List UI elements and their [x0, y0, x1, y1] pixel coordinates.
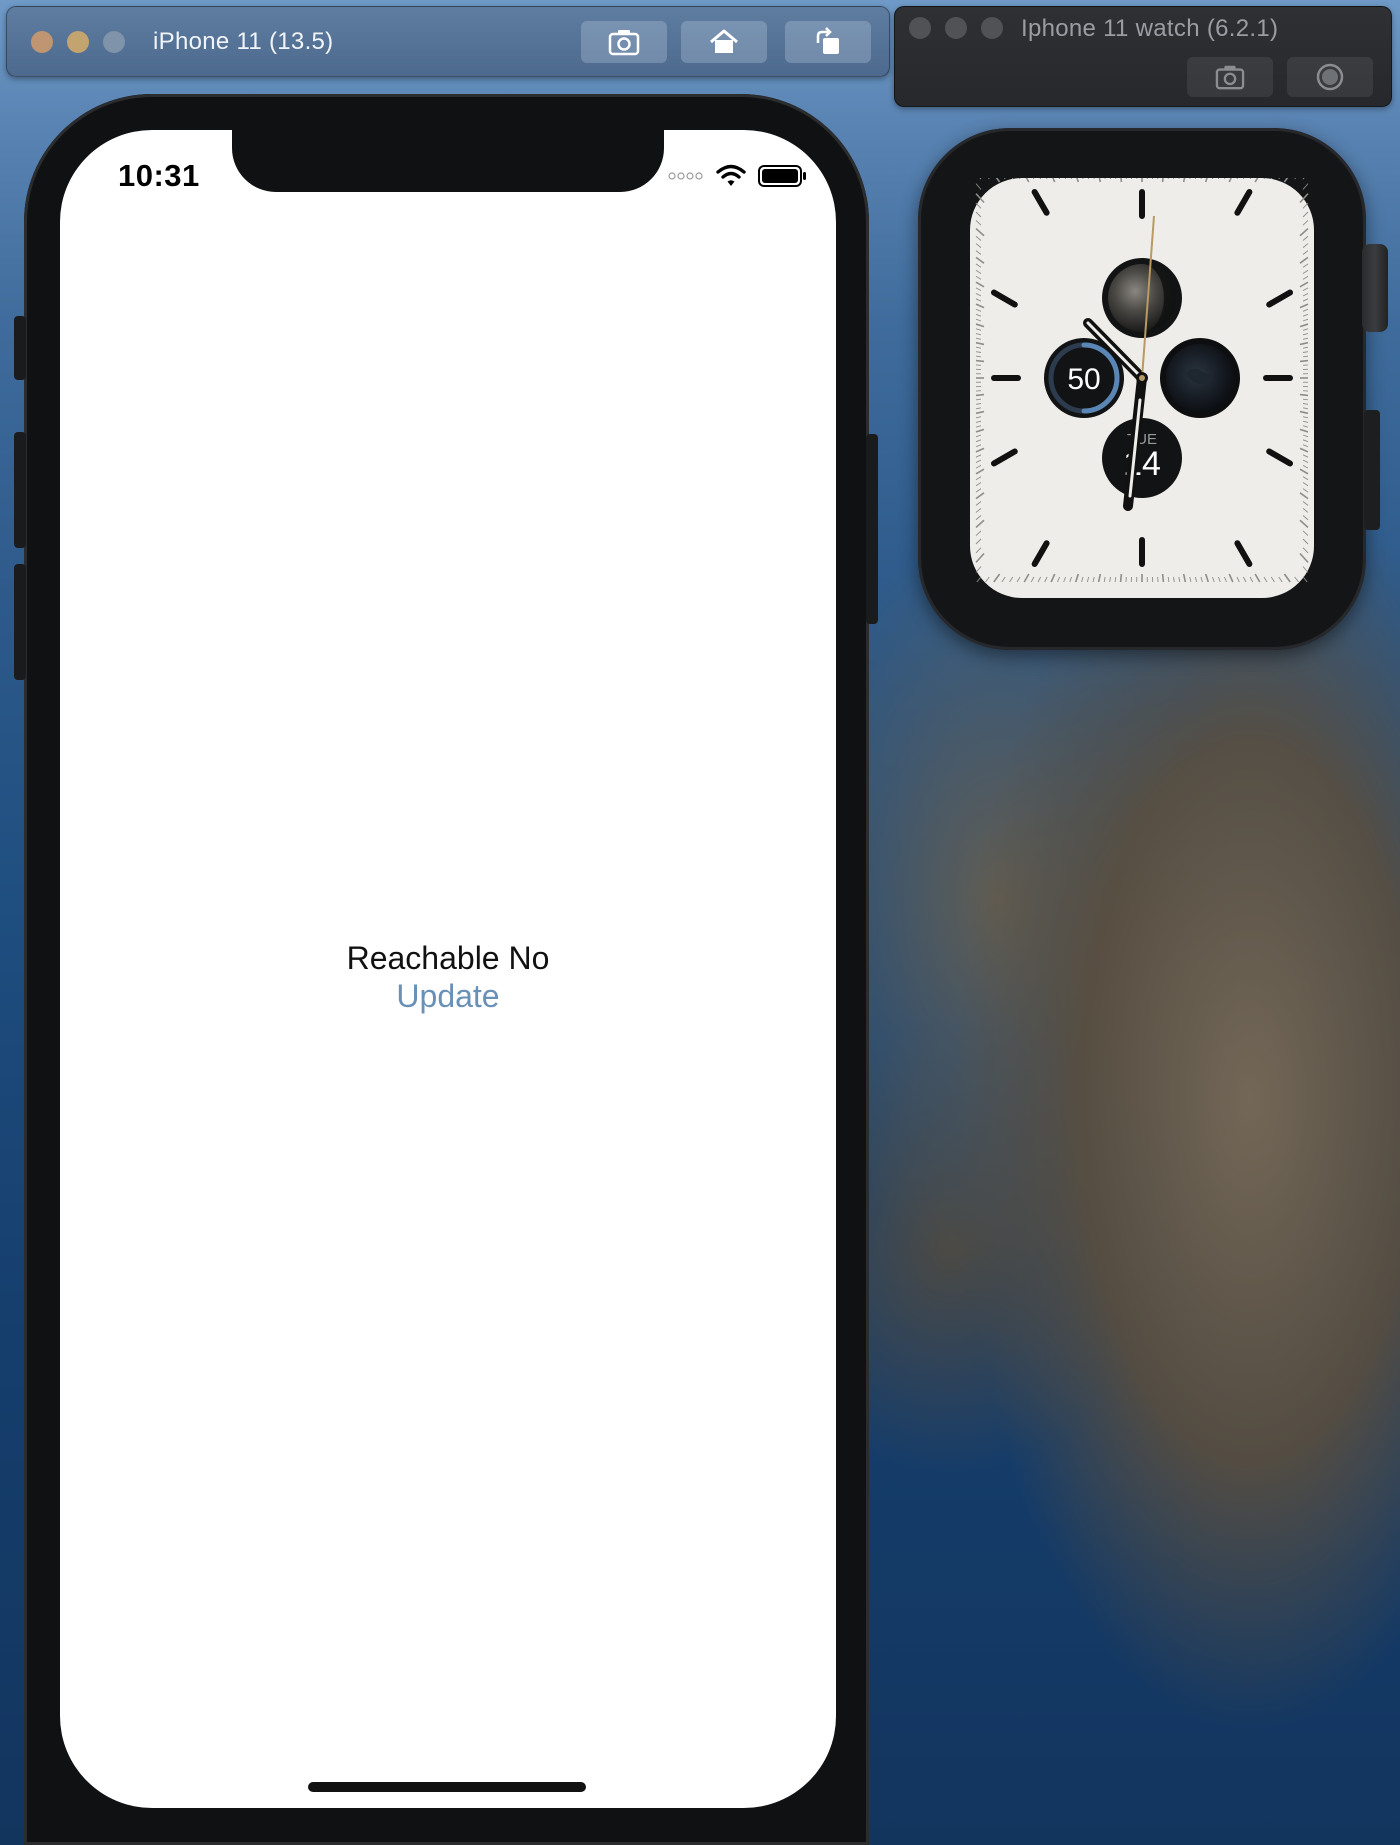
wifi-icon	[716, 164, 746, 186]
rotate-icon	[816, 27, 839, 54]
reachable-status-label: Reachable No	[346, 940, 550, 976]
minute-tick	[979, 178, 982, 180]
minute-tick	[1283, 178, 1289, 183]
activity-value: 50	[1067, 363, 1100, 396]
minute-tick	[1011, 178, 1014, 180]
camera-icon	[608, 30, 640, 56]
minute-tick	[1294, 178, 1297, 180]
notch	[232, 130, 664, 192]
screenshot-button[interactable]	[581, 21, 667, 63]
watch-simulator-titlebar: Iphone 11 watch (6.2.1)	[894, 6, 1392, 107]
home-indicator[interactable]	[308, 1782, 586, 1792]
minute-tick	[1003, 178, 1006, 180]
minute-tick	[1302, 576, 1308, 583]
cellular-signal-icon	[668, 172, 703, 180]
iphone-simulator-titlebar: iPhone 11 (13.5)	[6, 6, 890, 77]
home-button[interactable]	[681, 21, 767, 63]
status-bar-time: 10:31	[118, 158, 200, 193]
camera-icon	[1215, 65, 1245, 90]
watch-window-title: Iphone 11 watch (6.2.1)	[1021, 15, 1279, 42]
close-window-button[interactable]	[31, 31, 53, 53]
status-bar-indicators	[668, 164, 808, 188]
home-icon	[710, 29, 738, 53]
close-window-button[interactable]	[909, 17, 931, 39]
zoom-window-button[interactable]	[103, 31, 125, 53]
zoom-window-button[interactable]	[981, 17, 1003, 39]
minute-tick	[975, 393, 985, 397]
update-button[interactable]: Update	[60, 978, 836, 1015]
minute-tick	[976, 576, 982, 583]
minute-tick	[1120, 178, 1123, 183]
battery-icon	[758, 165, 806, 187]
minute-tick	[1119, 573, 1123, 583]
minute-tick	[1161, 573, 1165, 583]
minute-tick	[1270, 178, 1273, 180]
minute-tick	[1278, 178, 1281, 180]
watch-face[interactable]: 50 TUE 14	[970, 178, 1314, 598]
minimize-window-button[interactable]	[67, 31, 89, 53]
minute-tick	[1161, 178, 1164, 183]
iphone-window-title: iPhone 11 (13.5)	[153, 28, 334, 55]
crown-icon	[1316, 63, 1344, 91]
silent-switch[interactable]	[14, 316, 26, 380]
side-power-button[interactable]	[866, 434, 878, 624]
rotate-button[interactable]	[785, 21, 871, 63]
watch-side-button[interactable]	[1364, 410, 1380, 530]
minute-tick	[1299, 359, 1309, 363]
minute-tick	[995, 178, 1001, 183]
minute-tick	[975, 183, 982, 190]
watch-screenshot-button[interactable]	[1187, 57, 1273, 97]
minute-tick	[975, 359, 985, 363]
volume-down-button[interactable]	[14, 564, 26, 680]
minimize-window-button[interactable]	[945, 17, 967, 39]
minute-tick	[1299, 393, 1309, 397]
minute-tick	[1302, 178, 1305, 180]
volume-up-button[interactable]	[14, 432, 26, 548]
digital-crown-button[interactable]	[1287, 57, 1373, 97]
minute-tick	[1302, 183, 1309, 190]
digital-crown[interactable]	[1362, 244, 1388, 332]
minute-tick	[987, 178, 990, 180]
